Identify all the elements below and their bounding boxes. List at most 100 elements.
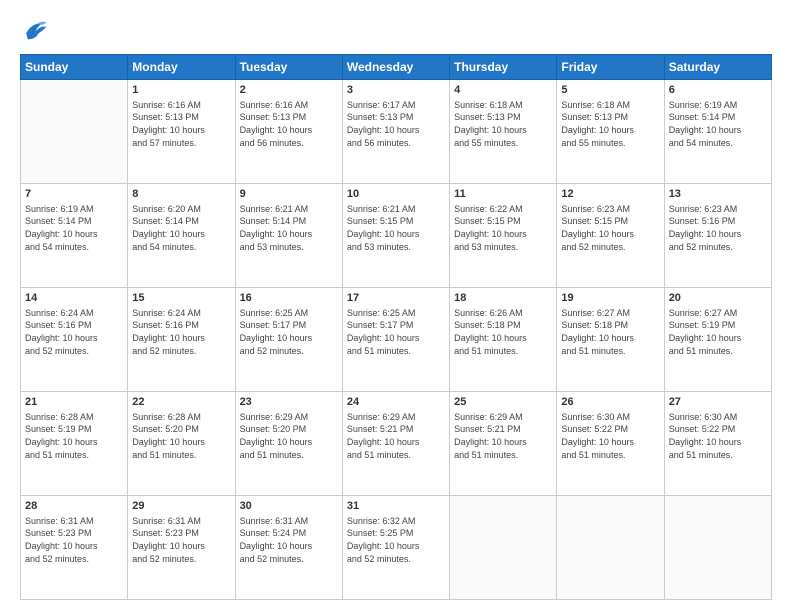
calendar-cell: 6Sunrise: 6:19 AM Sunset: 5:14 PM Daylig… [664, 80, 771, 184]
day-number: 7 [25, 187, 123, 202]
day-info: Sunrise: 6:32 AM Sunset: 5:25 PM Dayligh… [347, 515, 445, 565]
day-info: Sunrise: 6:31 AM Sunset: 5:23 PM Dayligh… [25, 515, 123, 565]
calendar-cell: 29Sunrise: 6:31 AM Sunset: 5:23 PM Dayli… [128, 496, 235, 600]
day-info: Sunrise: 6:17 AM Sunset: 5:13 PM Dayligh… [347, 99, 445, 149]
calendar-cell: 4Sunrise: 6:18 AM Sunset: 5:13 PM Daylig… [450, 80, 557, 184]
calendar-cell: 11Sunrise: 6:22 AM Sunset: 5:15 PM Dayli… [450, 184, 557, 288]
day-info: Sunrise: 6:24 AM Sunset: 5:16 PM Dayligh… [25, 307, 123, 357]
calendar-cell: 17Sunrise: 6:25 AM Sunset: 5:17 PM Dayli… [342, 288, 449, 392]
day-number: 20 [669, 291, 767, 306]
day-number: 9 [240, 187, 338, 202]
weekday-header-thursday: Thursday [450, 55, 557, 80]
day-number: 23 [240, 395, 338, 410]
weekday-header-row: SundayMondayTuesdayWednesdayThursdayFrid… [21, 55, 772, 80]
day-number: 2 [240, 83, 338, 98]
calendar-cell: 30Sunrise: 6:31 AM Sunset: 5:24 PM Dayli… [235, 496, 342, 600]
calendar-cell: 7Sunrise: 6:19 AM Sunset: 5:14 PM Daylig… [21, 184, 128, 288]
day-number: 24 [347, 395, 445, 410]
day-number: 19 [561, 291, 659, 306]
day-info: Sunrise: 6:28 AM Sunset: 5:19 PM Dayligh… [25, 411, 123, 461]
day-number: 10 [347, 187, 445, 202]
calendar-cell: 27Sunrise: 6:30 AM Sunset: 5:22 PM Dayli… [664, 392, 771, 496]
calendar-cell: 1Sunrise: 6:16 AM Sunset: 5:13 PM Daylig… [128, 80, 235, 184]
day-info: Sunrise: 6:27 AM Sunset: 5:18 PM Dayligh… [561, 307, 659, 357]
calendar-week-row: 28Sunrise: 6:31 AM Sunset: 5:23 PM Dayli… [21, 496, 772, 600]
day-number: 1 [132, 83, 230, 98]
day-info: Sunrise: 6:23 AM Sunset: 5:16 PM Dayligh… [669, 203, 767, 253]
day-info: Sunrise: 6:31 AM Sunset: 5:24 PM Dayligh… [240, 515, 338, 565]
calendar-cell: 28Sunrise: 6:31 AM Sunset: 5:23 PM Dayli… [21, 496, 128, 600]
page: SundayMondayTuesdayWednesdayThursdayFrid… [0, 0, 792, 612]
calendar-cell: 26Sunrise: 6:30 AM Sunset: 5:22 PM Dayli… [557, 392, 664, 496]
calendar-cell: 14Sunrise: 6:24 AM Sunset: 5:16 PM Dayli… [21, 288, 128, 392]
day-info: Sunrise: 6:19 AM Sunset: 5:14 PM Dayligh… [25, 203, 123, 253]
day-info: Sunrise: 6:21 AM Sunset: 5:15 PM Dayligh… [347, 203, 445, 253]
day-number: 26 [561, 395, 659, 410]
logo-icon [20, 16, 48, 44]
day-number: 5 [561, 83, 659, 98]
day-number: 3 [347, 83, 445, 98]
day-number: 30 [240, 499, 338, 514]
day-info: Sunrise: 6:29 AM Sunset: 5:21 PM Dayligh… [454, 411, 552, 461]
day-number: 22 [132, 395, 230, 410]
calendar-cell [664, 496, 771, 600]
weekday-header-saturday: Saturday [664, 55, 771, 80]
calendar-cell: 31Sunrise: 6:32 AM Sunset: 5:25 PM Dayli… [342, 496, 449, 600]
day-number: 17 [347, 291, 445, 306]
calendar-table: SundayMondayTuesdayWednesdayThursdayFrid… [20, 54, 772, 600]
day-info: Sunrise: 6:22 AM Sunset: 5:15 PM Dayligh… [454, 203, 552, 253]
header [20, 16, 772, 44]
day-number: 14 [25, 291, 123, 306]
day-info: Sunrise: 6:16 AM Sunset: 5:13 PM Dayligh… [240, 99, 338, 149]
day-info: Sunrise: 6:18 AM Sunset: 5:13 PM Dayligh… [561, 99, 659, 149]
calendar-cell: 13Sunrise: 6:23 AM Sunset: 5:16 PM Dayli… [664, 184, 771, 288]
day-info: Sunrise: 6:18 AM Sunset: 5:13 PM Dayligh… [454, 99, 552, 149]
weekday-header-tuesday: Tuesday [235, 55, 342, 80]
day-number: 6 [669, 83, 767, 98]
day-number: 13 [669, 187, 767, 202]
day-number: 15 [132, 291, 230, 306]
calendar-cell: 24Sunrise: 6:29 AM Sunset: 5:21 PM Dayli… [342, 392, 449, 496]
day-info: Sunrise: 6:30 AM Sunset: 5:22 PM Dayligh… [561, 411, 659, 461]
calendar-cell: 25Sunrise: 6:29 AM Sunset: 5:21 PM Dayli… [450, 392, 557, 496]
day-number: 11 [454, 187, 552, 202]
calendar-week-row: 21Sunrise: 6:28 AM Sunset: 5:19 PM Dayli… [21, 392, 772, 496]
calendar-cell: 3Sunrise: 6:17 AM Sunset: 5:13 PM Daylig… [342, 80, 449, 184]
day-info: Sunrise: 6:31 AM Sunset: 5:23 PM Dayligh… [132, 515, 230, 565]
day-number: 18 [454, 291, 552, 306]
day-info: Sunrise: 6:23 AM Sunset: 5:15 PM Dayligh… [561, 203, 659, 253]
day-info: Sunrise: 6:16 AM Sunset: 5:13 PM Dayligh… [132, 99, 230, 149]
calendar-week-row: 14Sunrise: 6:24 AM Sunset: 5:16 PM Dayli… [21, 288, 772, 392]
day-info: Sunrise: 6:26 AM Sunset: 5:18 PM Dayligh… [454, 307, 552, 357]
day-number: 28 [25, 499, 123, 514]
day-number: 31 [347, 499, 445, 514]
day-info: Sunrise: 6:27 AM Sunset: 5:19 PM Dayligh… [669, 307, 767, 357]
day-info: Sunrise: 6:25 AM Sunset: 5:17 PM Dayligh… [240, 307, 338, 357]
weekday-header-wednesday: Wednesday [342, 55, 449, 80]
day-info: Sunrise: 6:20 AM Sunset: 5:14 PM Dayligh… [132, 203, 230, 253]
day-info: Sunrise: 6:25 AM Sunset: 5:17 PM Dayligh… [347, 307, 445, 357]
calendar-cell: 16Sunrise: 6:25 AM Sunset: 5:17 PM Dayli… [235, 288, 342, 392]
weekday-header-sunday: Sunday [21, 55, 128, 80]
day-info: Sunrise: 6:19 AM Sunset: 5:14 PM Dayligh… [669, 99, 767, 149]
day-number: 27 [669, 395, 767, 410]
day-number: 4 [454, 83, 552, 98]
calendar-cell [450, 496, 557, 600]
day-info: Sunrise: 6:21 AM Sunset: 5:14 PM Dayligh… [240, 203, 338, 253]
calendar-cell [557, 496, 664, 600]
calendar-cell: 18Sunrise: 6:26 AM Sunset: 5:18 PM Dayli… [450, 288, 557, 392]
logo [20, 16, 52, 44]
calendar-cell: 12Sunrise: 6:23 AM Sunset: 5:15 PM Dayli… [557, 184, 664, 288]
calendar-cell: 15Sunrise: 6:24 AM Sunset: 5:16 PM Dayli… [128, 288, 235, 392]
calendar-cell: 20Sunrise: 6:27 AM Sunset: 5:19 PM Dayli… [664, 288, 771, 392]
calendar-cell: 10Sunrise: 6:21 AM Sunset: 5:15 PM Dayli… [342, 184, 449, 288]
calendar-week-row: 7Sunrise: 6:19 AM Sunset: 5:14 PM Daylig… [21, 184, 772, 288]
calendar-cell: 22Sunrise: 6:28 AM Sunset: 5:20 PM Dayli… [128, 392, 235, 496]
weekday-header-friday: Friday [557, 55, 664, 80]
calendar-cell: 5Sunrise: 6:18 AM Sunset: 5:13 PM Daylig… [557, 80, 664, 184]
day-info: Sunrise: 6:29 AM Sunset: 5:20 PM Dayligh… [240, 411, 338, 461]
calendar-cell: 2Sunrise: 6:16 AM Sunset: 5:13 PM Daylig… [235, 80, 342, 184]
day-number: 16 [240, 291, 338, 306]
day-number: 29 [132, 499, 230, 514]
day-number: 21 [25, 395, 123, 410]
